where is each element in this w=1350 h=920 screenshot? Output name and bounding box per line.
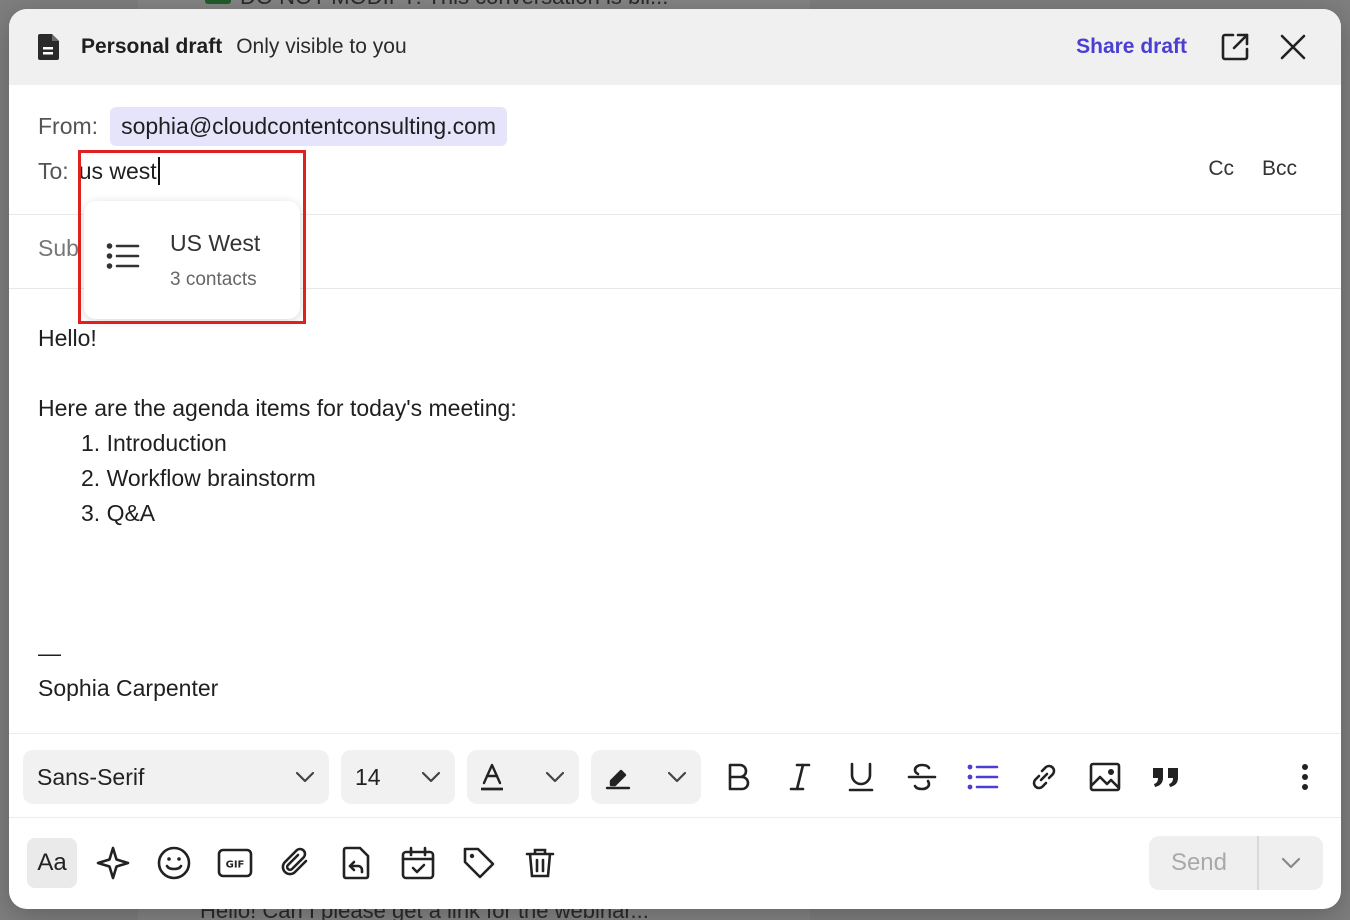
- bottom-divider: [9, 817, 1341, 818]
- font-family-select[interactable]: Sans-Serif: [23, 750, 329, 804]
- more-options-icon[interactable]: [1283, 755, 1327, 799]
- highlight-annotation: [78, 150, 306, 324]
- gif-icon[interactable]: GIF: [210, 838, 260, 888]
- draft-visibility: Only visible to you: [236, 35, 407, 58]
- highlighter-icon: [605, 764, 631, 790]
- body-greeting: Hello!: [38, 325, 97, 351]
- send-group: Send: [1148, 836, 1323, 890]
- signature-dash: —: [38, 640, 61, 666]
- chevron-down-icon: [421, 771, 441, 783]
- strikethrough-icon[interactable]: [900, 755, 944, 799]
- format-toolbar: Sans-Serif 14: [23, 749, 1327, 805]
- bulleted-list-icon[interactable]: [961, 755, 1005, 799]
- text-color-select[interactable]: [467, 750, 579, 804]
- signature-name: Sophia Carpenter: [38, 675, 219, 701]
- italic-icon[interactable]: [778, 755, 822, 799]
- background-tag: [205, 0, 231, 4]
- bold-icon[interactable]: [717, 755, 761, 799]
- message-body[interactable]: Hello! Here are the agenda items for tod…: [38, 321, 1312, 706]
- underline-icon[interactable]: [839, 755, 883, 799]
- action-bar: Aa GIF Send: [27, 835, 1323, 891]
- schedule-send-icon[interactable]: [393, 838, 443, 888]
- from-row: From: sophia@cloudcontentconsulting.com: [38, 107, 508, 146]
- sparkle-icon[interactable]: [88, 838, 138, 888]
- list-item: 1. Introduction: [81, 430, 227, 456]
- tag-icon[interactable]: [454, 838, 504, 888]
- quote-icon[interactable]: [1144, 755, 1188, 799]
- font-family-value: Sans-Serif: [37, 763, 145, 790]
- share-draft-link[interactable]: Share draft: [1076, 35, 1187, 59]
- send-button[interactable]: Send: [1149, 836, 1259, 890]
- from-label: From:: [38, 113, 99, 139]
- close-icon[interactable]: [1275, 29, 1311, 65]
- attachment-icon[interactable]: [271, 838, 321, 888]
- chevron-down-icon: [667, 771, 687, 783]
- to-label: To:: [38, 157, 69, 184]
- image-icon[interactable]: [1083, 755, 1127, 799]
- body-blank: [38, 356, 1312, 391]
- compose-header: Personal draft Only visible to you Share…: [9, 9, 1341, 85]
- cc-button[interactable]: Cc: [1208, 157, 1234, 181]
- chevron-down-icon: [545, 771, 565, 783]
- trash-icon[interactable]: [515, 838, 565, 888]
- formatting-toggle-button[interactable]: Aa: [27, 838, 77, 888]
- subject-label[interactable]: Sub: [38, 235, 79, 262]
- from-address-chip[interactable]: sophia@cloudcontentconsulting.com: [110, 107, 508, 146]
- list-item: 2. Workflow brainstorm: [81, 465, 316, 491]
- svg-text:GIF: GIF: [226, 860, 245, 871]
- compose-modal: Personal draft Only visible to you Share…: [9, 9, 1341, 909]
- text-color-icon: [481, 763, 503, 791]
- send-options-chevron-icon[interactable]: [1259, 836, 1323, 890]
- draft-title: Personal draft: [81, 35, 223, 58]
- toolbar-divider: [9, 733, 1341, 734]
- bcc-button[interactable]: Bcc: [1262, 157, 1297, 181]
- cc-bcc-controls: Cc Bcc: [1208, 157, 1297, 181]
- pop-out-icon[interactable]: [1217, 29, 1253, 65]
- list-item: 3. Q&A: [81, 500, 156, 526]
- font-size-value: 14: [355, 763, 381, 790]
- highlight-color-select[interactable]: [591, 750, 701, 804]
- document-icon: [37, 32, 65, 62]
- body-intro: Here are the agenda items for today's me…: [38, 395, 517, 421]
- link-icon[interactable]: [1022, 755, 1066, 799]
- template-icon[interactable]: [332, 838, 382, 888]
- emoji-icon[interactable]: [149, 838, 199, 888]
- font-size-select[interactable]: 14: [341, 750, 455, 804]
- chevron-down-icon: [295, 771, 315, 783]
